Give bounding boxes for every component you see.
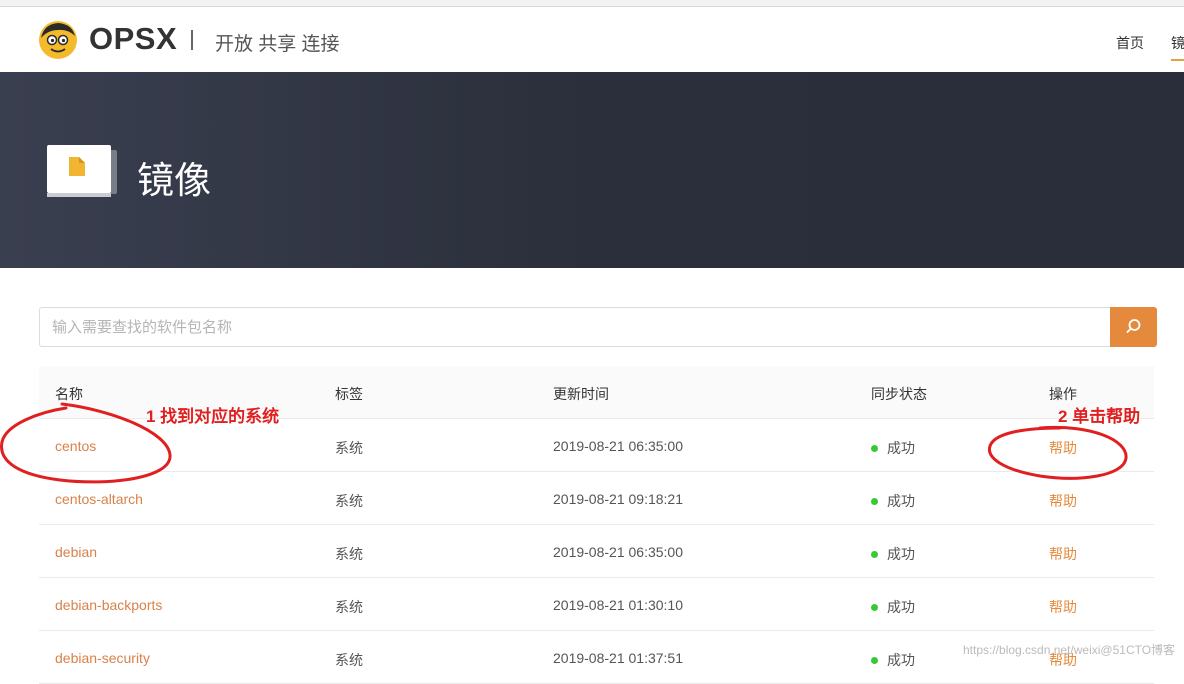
mascot-face-icon[interactable] [38, 20, 78, 60]
mirror-status: 成功 [871, 491, 915, 511]
search-button[interactable] [1110, 307, 1157, 347]
annotation-step1: 1 找到对应的系统 [146, 407, 280, 426]
status-dot-icon [871, 551, 878, 558]
table-row: debian-backports 系统 2019-08-21 01:30:10 … [39, 578, 1154, 631]
browser-top-border [0, 0, 1184, 7]
status-text: 成功 [887, 493, 915, 509]
nav-active-indicator [1171, 59, 1184, 61]
mirror-name-link[interactable]: debian [55, 544, 97, 560]
search-input[interactable] [40, 308, 1102, 346]
column-header-tag: 标签 [335, 386, 363, 402]
mirror-updated-time: 2019-08-21 06:35:00 [553, 544, 683, 560]
site-header: OPSX 开放 共享 连接 首页 镜像 [0, 7, 1184, 72]
table-row: centos-altarch 系统 2019-08-21 09:18:21 成功… [39, 472, 1154, 525]
nav-mirror-link[interactable]: 镜像 [1171, 33, 1184, 53]
table-row: debian 系统 2019-08-21 06:35:00 成功 帮助 [39, 525, 1154, 578]
help-link[interactable]: 帮助 [1049, 597, 1077, 617]
page-title: 镜像 [137, 160, 211, 201]
mirror-updated-time: 2019-08-21 01:30:10 [553, 597, 683, 613]
status-text: 成功 [887, 440, 915, 456]
mirror-status: 成功 [871, 650, 915, 670]
mirror-tag: 系统 [335, 599, 363, 615]
nav-home-link[interactable]: 首页 [1116, 33, 1144, 53]
status-text: 成功 [887, 546, 915, 562]
mirror-tag: 系统 [335, 652, 363, 668]
search-icon [1126, 319, 1141, 333]
help-link[interactable]: 帮助 [1049, 438, 1077, 458]
column-header-name[interactable]: 名称 [55, 384, 83, 404]
mirror-status: 成功 [871, 438, 915, 458]
search-bar [39, 307, 1111, 347]
mirror-tag: 系统 [335, 440, 363, 456]
mirror-updated-time: 2019-08-21 06:35:00 [553, 438, 683, 454]
brand-name[interactable]: OPSX [89, 21, 177, 57]
mirror-name-link[interactable]: debian-backports [55, 597, 162, 613]
brand-divider [191, 30, 193, 50]
status-text: 成功 [887, 599, 915, 615]
help-link[interactable]: 帮助 [1049, 491, 1077, 511]
mirror-tag: 系统 [335, 493, 363, 509]
mirror-updated-time: 2019-08-21 01:37:51 [553, 650, 683, 666]
mirror-tag: 系统 [335, 546, 363, 562]
mirror-status: 成功 [871, 544, 915, 564]
status-dot-icon [871, 445, 878, 452]
annotation-step2: 2 单击帮助 [1058, 407, 1141, 426]
help-link[interactable]: 帮助 [1049, 544, 1077, 564]
watermark: https://blog.csdn.net/weixi@51CTO博客 [963, 643, 1176, 657]
mirror-updated-time: 2019-08-21 09:18:21 [553, 491, 683, 507]
mirror-name-link[interactable]: centos [55, 438, 96, 454]
page-banner: 镜像 [0, 72, 1184, 268]
document-stack-icon [47, 145, 117, 197]
status-dot-icon [871, 604, 878, 611]
status-dot-icon [871, 498, 878, 505]
column-header-status: 同步状态 [871, 386, 927, 402]
column-header-action: 操作 [1049, 386, 1077, 402]
mirror-status: 成功 [871, 597, 915, 617]
brand-slogan: 开放 共享 连接 [215, 34, 340, 55]
mirror-name-link[interactable]: debian-security [55, 650, 150, 666]
column-header-updated: 更新时间 [553, 386, 609, 402]
mirror-name-link[interactable]: centos-altarch [55, 491, 143, 507]
status-text: 成功 [887, 652, 915, 668]
